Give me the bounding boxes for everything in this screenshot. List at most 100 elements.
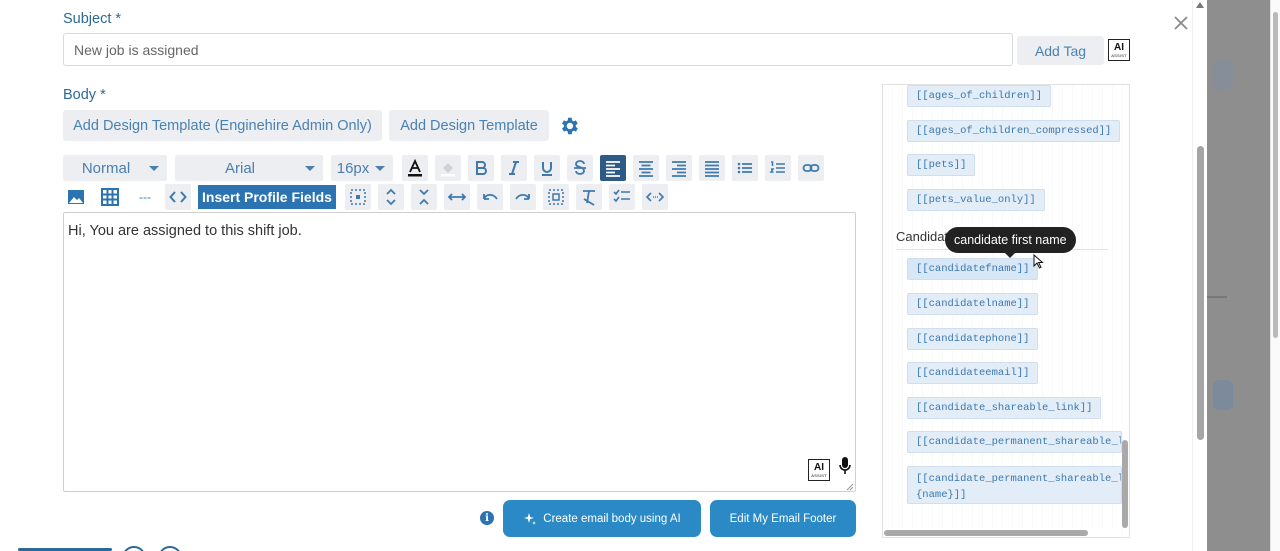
info-icon[interactable]: i	[480, 511, 494, 525]
block-format-select[interactable]: Normal	[63, 155, 167, 181]
align-justify-button[interactable]	[699, 155, 725, 181]
ai-badge-text: AI	[814, 461, 824, 473]
code-button[interactable]	[165, 184, 191, 210]
bold-button[interactable]	[468, 155, 494, 181]
undo-button[interactable]	[476, 184, 503, 210]
link-button[interactable]	[798, 155, 824, 181]
bottom-edge-element	[122, 546, 146, 551]
field-tag-label: [[candidateemail]]	[916, 367, 1030, 379]
insert-profile-fields-button[interactable]: Insert Profile Fields	[198, 185, 336, 209]
template-settings-button[interactable]	[558, 115, 580, 137]
table-icon	[101, 188, 119, 206]
ai-assist-body-button[interactable]: AI ASSIST	[808, 459, 830, 481]
font-size-value: 16px	[336, 159, 370, 177]
highlight-button[interactable]	[435, 155, 461, 181]
field-tag[interactable]: [[pets_value_only]]	[907, 189, 1045, 211]
fields-panel-horizontal-scrollbar[interactable]	[884, 529, 1122, 537]
add-design-template-button[interactable]: Add Design Template	[389, 110, 549, 141]
mouse-cursor-icon	[1033, 254, 1044, 269]
field-tag-label: [[candidate_permanent_shareable_l	[916, 436, 1122, 448]
checklist-icon	[613, 189, 630, 203]
add-tag-label: Add Tag	[1034, 42, 1087, 59]
ai-assist-subject-button[interactable]: AI ASSIST	[1108, 39, 1130, 61]
scroll-up-icon[interactable]	[1196, 2, 1204, 8]
field-tag[interactable]: [[candidatelname]]	[907, 293, 1039, 315]
field-tag-label: [[candidate_permanent_shareable_l	[916, 473, 1122, 485]
microphone-icon[interactable]	[838, 456, 852, 476]
add-tag-button[interactable]: Add Tag	[1017, 36, 1104, 65]
font-family-select[interactable]: Arial	[175, 155, 323, 181]
insert-table-button[interactable]	[97, 184, 123, 210]
create-email-body-ai-label: Create email body using AI	[543, 512, 681, 525]
horizontal-rule-button[interactable]: ---	[131, 184, 159, 210]
redo-button[interactable]	[509, 184, 536, 210]
expand-vertical-icon	[386, 188, 396, 206]
chevron-down-icon	[149, 165, 159, 171]
field-tag[interactable]: [[ages_of_children]]	[907, 85, 1052, 107]
bullet-list-button[interactable]	[732, 155, 758, 181]
close-button[interactable]	[1170, 12, 1192, 34]
collapse-vertical-button[interactable]	[410, 184, 437, 210]
info-glyph: i	[485, 512, 489, 524]
page-scrollbar[interactable]	[1270, 0, 1280, 551]
expand-horizontal-button[interactable]	[443, 184, 470, 210]
subject-input[interactable]	[63, 33, 1013, 66]
font-family-value: Arial	[224, 159, 255, 177]
redo-icon	[515, 193, 530, 200]
field-tag[interactable]: [[pets]]	[907, 154, 976, 176]
modal-scrollbar-thumb[interactable]	[1197, 146, 1204, 440]
insert-image-button[interactable]	[63, 184, 89, 210]
italic-button[interactable]	[501, 155, 527, 181]
edit-email-footer-label: Edit My Email Footer	[729, 512, 837, 525]
resize-grip-icon[interactable]	[846, 483, 854, 491]
select-all-button[interactable]	[344, 184, 371, 210]
fields-panel-horizontal-thumb[interactable]	[884, 530, 1088, 536]
text-color-icon	[408, 159, 422, 177]
field-tag[interactable]: [[candidateemail]]	[907, 362, 1039, 384]
clear-format-icon	[582, 190, 595, 206]
field-tag-label: [[candidatelname]]	[916, 298, 1030, 310]
modal-scrollbar[interactable]	[1192, 0, 1207, 551]
checklist-button[interactable]	[608, 184, 635, 210]
field-tag-label: [[candidate_shareable_link]]	[916, 402, 1093, 414]
field-tag[interactable]: [[candidate_permanent_shareable_l	[907, 431, 1122, 453]
backdrop-shape	[1213, 60, 1233, 90]
clear-format-button[interactable]	[575, 184, 602, 210]
text-color-button[interactable]	[402, 155, 428, 181]
align-right-icon	[672, 161, 686, 177]
font-size-select[interactable]: 16px	[331, 155, 393, 181]
strikethrough-button[interactable]	[567, 155, 593, 181]
add-design-template-admin-button[interactable]: Add Design Template (Enginehire Admin On…	[63, 110, 382, 141]
fullscreen-button[interactable]	[542, 184, 569, 210]
align-justify-icon	[705, 161, 719, 177]
required-mark: *	[100, 87, 106, 103]
numbered-list-button[interactable]	[765, 155, 791, 181]
field-tag[interactable]: [[candidate_permanent_shareable_l {name}…	[907, 466, 1122, 504]
bottom-edge-element	[158, 546, 182, 551]
close-icon	[1174, 16, 1188, 30]
align-center-button[interactable]	[633, 155, 659, 181]
code-view-button[interactable]	[641, 184, 668, 210]
field-tag[interactable]: [[candidate_shareable_link]]	[907, 397, 1102, 419]
underline-button[interactable]	[534, 155, 560, 181]
body-label-text: Body	[63, 87, 97, 103]
editor-toolbar-row-1: Normal Arial 16px	[63, 155, 831, 181]
align-right-button[interactable]	[666, 155, 692, 181]
field-tag[interactable]: [[candidatephone]]	[907, 328, 1039, 350]
page-scrollbar-thumb[interactable]	[1273, 12, 1278, 338]
create-email-body-ai-button[interactable]: Create email body using AI	[503, 500, 701, 537]
numbered-list-icon	[769, 161, 785, 173]
align-left-button[interactable]	[600, 155, 626, 181]
editor-toolbar-row-2: --- Insert Profile Fields	[63, 184, 675, 210]
field-tag[interactable]: [[candidatefname]]	[907, 258, 1039, 280]
align-left-icon	[606, 161, 620, 177]
field-tag-label: [[ages_of_children_compressed]]	[916, 125, 1112, 137]
fields-panel-vertical-scrollbar[interactable]	[1122, 440, 1128, 528]
editor-content[interactable]: Hi, You are assigned to this shift job.	[64, 213, 855, 249]
edit-email-footer-button[interactable]: Edit My Email Footer	[710, 500, 856, 537]
email-body-editor[interactable]: Hi, You are assigned to this shift job.	[63, 212, 856, 492]
add-design-template-admin-label: Add Design Template (Enginehire Admin On…	[73, 117, 372, 134]
undo-icon	[483, 193, 498, 200]
field-tag[interactable]: [[ages_of_children_compressed]]	[907, 120, 1121, 142]
expand-vertical-button[interactable]	[377, 184, 404, 210]
